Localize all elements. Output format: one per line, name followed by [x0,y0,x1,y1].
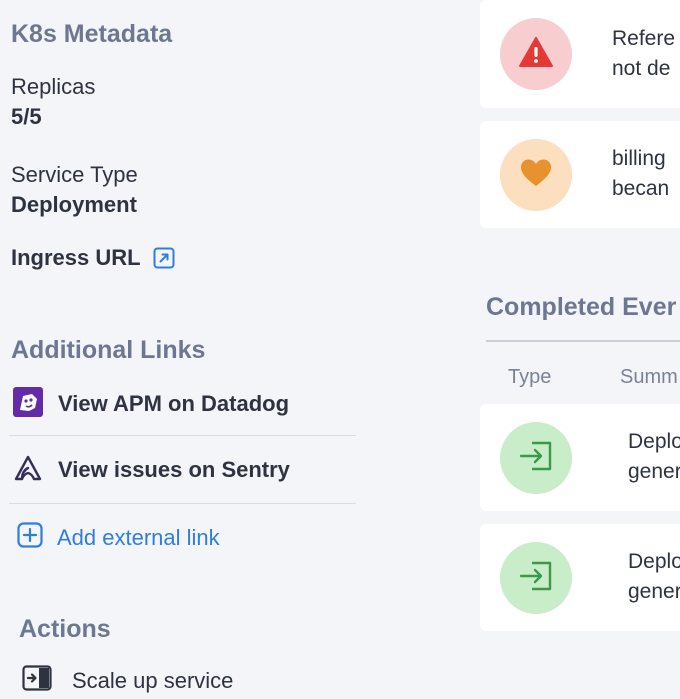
completed-events-divider [486,340,680,342]
scale-up-icon [22,665,52,696]
datadog-link-label: View APM on Datadog [58,391,290,416]
alert-line-1: Refere [612,27,676,50]
actions-title: Actions [19,615,111,643]
event-icon-circle [500,422,572,494]
right-panel: Refere not de billing becan Completed Ev… [470,0,680,699]
alert-card[interactable]: billing becan [480,121,680,228]
divider [9,503,356,504]
deploy-icon [518,439,554,478]
sentry-link-label: View issues on Sentry [58,457,290,482]
sentry-icon [12,452,44,489]
replicas-label: Replicas [11,74,96,99]
ingress-url-label: Ingress URL [11,245,141,270]
event-line-2: gener [628,580,680,603]
ingress-url-link[interactable]: Ingress URL [11,245,175,271]
event-line-1: Deplo [628,550,680,573]
sentry-link[interactable]: View issues on Sentry [10,437,356,503]
replicas-value: 5/5 [11,104,42,129]
divider [9,435,356,436]
column-header-summary[interactable]: Summ [620,366,678,389]
heart-icon [519,158,553,193]
event-icon-circle [500,542,572,614]
alert-icon-circle [500,18,572,90]
service-type-label: Service Type [11,162,138,187]
completed-events-title: Completed Ever [486,293,677,321]
alert-line-1: billing [612,147,666,170]
event-row[interactable]: Deplo gener [480,524,680,631]
warning-icon [518,36,554,73]
event-line-2: gener [628,460,680,483]
k8s-metadata-title: K8s Metadata [11,20,173,48]
left-panel: K8s Metadata Replicas 5/5 Service Type D… [0,0,365,699]
alert-line-2: becan [612,177,670,200]
alert-card[interactable]: Refere not de [480,0,680,108]
external-link-icon[interactable] [153,247,175,269]
event-line-1: Deplo [628,430,680,453]
additional-links-title: Additional Links [11,336,206,364]
alert-icon-circle [500,139,572,211]
deploy-icon [518,559,554,598]
scale-up-service-label: Scale up service [72,667,234,693]
scale-up-service-button[interactable]: Scale up service [22,665,233,696]
datadog-icon [12,386,44,423]
event-row[interactable]: Deplo gener [480,404,680,511]
plus-square-icon [17,522,43,553]
column-header-type[interactable]: Type [508,366,551,389]
datadog-link[interactable]: View APM on Datadog [10,371,356,437]
add-external-link-button[interactable]: Add external link [17,522,220,553]
add-external-link-label: Add external link [57,524,220,550]
alert-line-2: not de [612,57,671,80]
service-type-value: Deployment [11,192,137,217]
